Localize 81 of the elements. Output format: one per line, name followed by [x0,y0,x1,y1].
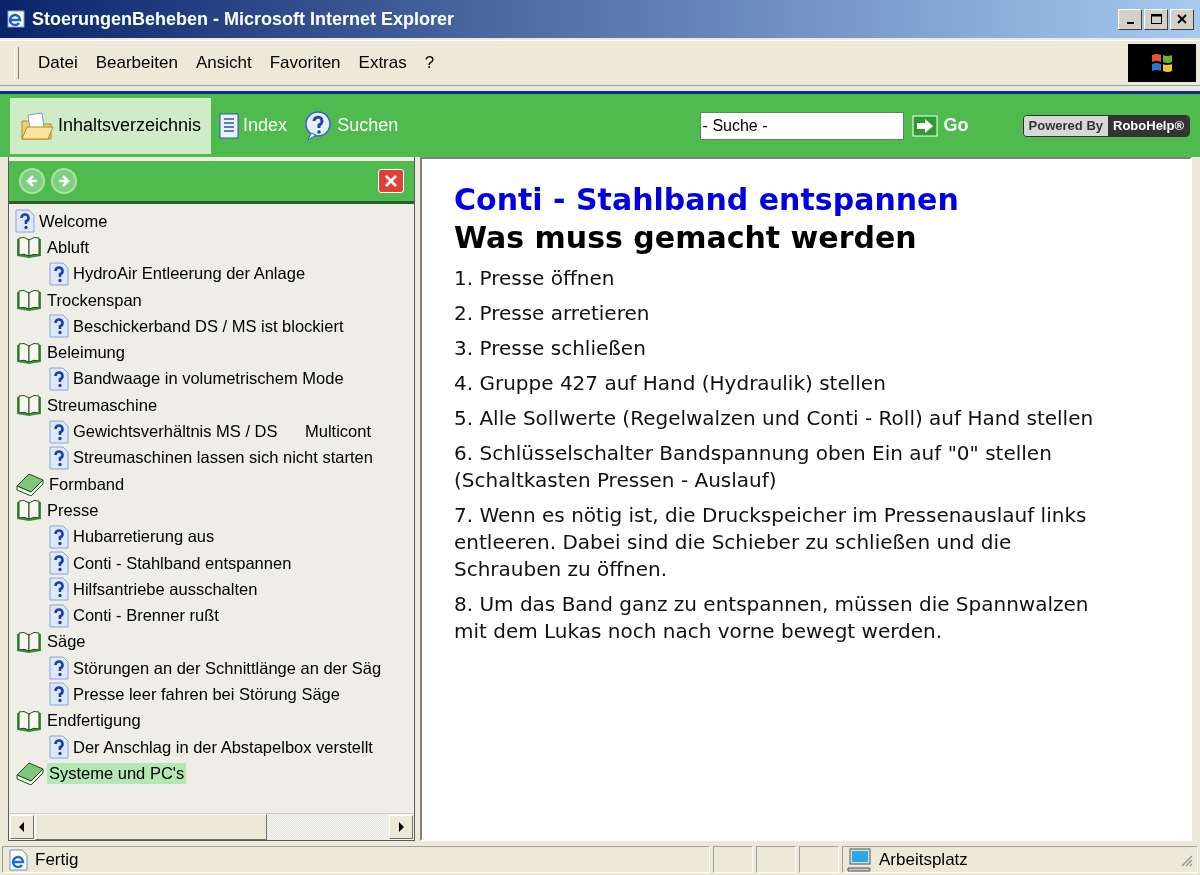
menu-item[interactable]: Extras [349,49,416,77]
step-text: 2. Presse arretieren [454,300,651,327]
computer-icon [847,847,873,872]
help-question-icon [303,110,334,141]
help-page-icon [49,445,69,470]
tree-item[interactable]: Presse [45,499,101,521]
scroll-left-icon[interactable] [18,822,26,832]
tree-item[interactable]: Störungen an der Schnittlänge an der Säg [71,657,384,679]
scroll-right-icon[interactable] [397,822,405,832]
close-icon [383,173,399,189]
close-button[interactable] [1170,8,1194,30]
step-text: 4. Gruppe 427 auf Hand (Hydraulik) stellen [454,370,887,397]
step-text: 5. Alle Sollwerte (Regelwalzen und Conti - Roll) auf Hand stellen [454,405,1094,432]
tree-item[interactable]: Der Anschlag in der Abstapelbox verstellt [71,736,375,758]
help-page-icon [49,419,69,444]
tree-item[interactable]: Conti - Brenner rußt [71,605,221,627]
tree-item[interactable]: Hubarretierung aus [71,526,217,548]
step-text: 8. Um das Band ganz zu entspannen, müssen die Spannwalzen mit dem Lukas noch nach vorne bewegt werden. [454,591,1090,645]
menu-item[interactable]: Datei [29,49,87,77]
menu-item[interactable]: Bearbeiten [86,49,187,77]
help-page-icon [49,551,69,575]
topic-subtitle: Was muss gemacht werden [454,219,918,257]
help-page-icon [49,261,69,286]
search-field[interactable]: - Suche - [699,111,904,140]
tree-item[interactable]: Welcome [37,210,110,232]
step-text: 3. Presse schließen [454,335,647,362]
close-icon [1177,14,1187,24]
tree-item[interactable]: Formband [47,473,127,495]
tree-item[interactable]: Presse leer fahren bei Störung Säge [71,684,342,705]
tree-item[interactable]: Beschickerband DS / MS ist blockiert [71,315,346,337]
browser-logo-icon [6,9,26,29]
folder-icon [20,110,54,141]
horizontal-scrollbar[interactable] [9,813,414,840]
help-page-icon [49,682,69,707]
step-text: 1. Presse öffnen [454,265,616,292]
help-page-icon [49,656,69,681]
document-list-icon [219,112,240,139]
help-page-icon [49,314,69,339]
tree-item[interactable]: Beleimung [45,342,127,364]
topic-title: Conti - Stahlband entspannen [454,181,960,219]
status-pane [713,846,753,873]
step-text: 6. Schlüsselschalter Bandspannung oben Ein auf "0" stellen (Schaltkasten Pressen - Auslauf) [454,440,1053,494]
maximize-button[interactable] [1144,8,1168,30]
tree-item[interactable]: HydroAir Entleerung der Anlage [71,263,308,285]
tree-item[interactable]: Säge [45,631,88,653]
status-text: Fertig [35,849,79,870]
help-tab[interactable]: Inhaltsverzeichnis [10,97,212,154]
menu-item[interactable]: Favoriten [260,49,350,77]
help-page-icon [49,735,69,760]
tree-item[interactable]: Bandwaage in volumetrischem Mode [71,368,346,390]
help-page-icon [49,603,69,628]
windows-logo-icon [1149,51,1175,75]
tree-item[interactable]: Hilfsantriebe ausschalten [71,578,260,600]
help-page-icon [49,366,69,391]
status-pane [799,846,839,873]
menu-item[interactable]: Ansicht [186,49,261,77]
tree-item[interactable]: Endfertigung [45,710,143,732]
help-page-icon [49,524,69,549]
minimize-icon [1126,22,1134,24]
minimize-button[interactable] [1118,8,1142,30]
tree-item[interactable]: Systeme und PC's [47,762,187,784]
tree-item[interactable]: Conti - Stahlband entspannen [71,552,294,574]
help-page-icon [49,577,69,602]
step-text: 7. Wenn es nötig ist, die Druckspeicher im Pressenauslauf links entleeren. Dabei sind die Schieber zu schließen und die Schrauben zu öffnen. [454,502,1088,583]
tree-item[interactable]: Abluft [45,236,92,258]
security-zone-text: Arbeitsplatz [879,849,968,870]
menu-item[interactable]: ? [415,49,444,77]
badge-product: RoboHelp® [1108,115,1189,136]
tree-item[interactable]: Streumaschine [45,394,160,416]
status-pane [756,846,796,873]
badge-prefix: Powered By [1023,115,1109,136]
maximize-icon [1150,14,1162,24]
window-title: StoerungenBeheben - Microsoft Internet Explorer [32,8,456,30]
page-icon [7,848,29,871]
help-page-icon [15,209,35,234]
resize-grip-icon[interactable] [1179,852,1193,867]
tree-item[interactable]: Streumaschinen lassen sich nicht starten [71,447,375,469]
close-pane-button[interactable] [378,169,404,193]
arrow-right-icon [911,114,938,137]
tree-item[interactable]: Trockenspan [45,289,144,311]
tree-item[interactable]: Gewichtsverhältnis MS / DS Multicont [71,421,373,442]
